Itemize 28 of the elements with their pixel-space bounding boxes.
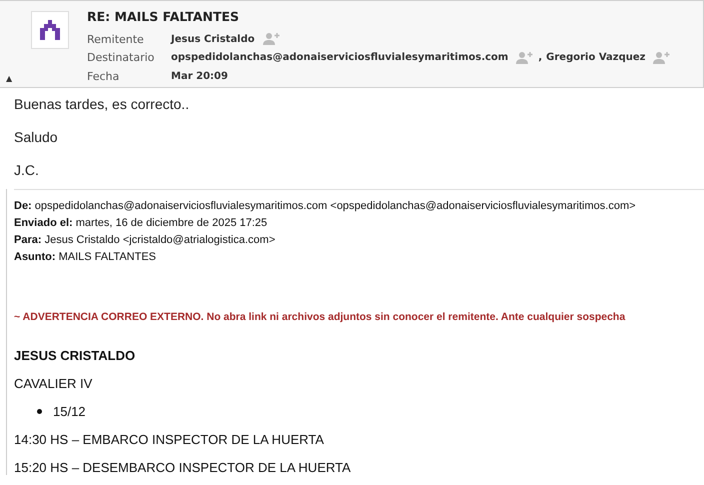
separator: , [538,52,542,64]
collapse-toggle[interactable]: ▲ [6,74,12,83]
bullet-icon [37,409,42,414]
field-label: Fecha [87,70,120,83]
quoted-header-line: Para: Jesus Cristaldo <jcristaldo@atrialogistica.com> [14,233,276,248]
body-paragraph: Buenas tardes, es correcto.. [14,96,190,112]
contact-name[interactable]: Gregorio Vazquez [546,52,646,64]
subject: RE: MAILS FALTANTES [87,9,240,26]
add-person-icon[interactable] [653,50,672,65]
add-person-icon[interactable] [262,32,281,46]
field-label: Remitente [87,32,145,46]
signature-name: JESUS CRISTALDO [14,348,136,363]
quoted-header-line: De: opspedidolanchas@adonaiserviciosfluvialesymaritimos.com <opspedidolanchas@adonaiserviciosfluvialesymaritimos.com> [14,199,637,214]
field-label: Destinatario [87,51,156,64]
list-item: 15/12 [53,404,86,419]
contact-name[interactable]: opspedidolanchas@adonaiserviciosfluvialesymaritimos.com [171,52,508,64]
field-value: Mar 20:09 [171,70,228,82]
body-paragraph: Saludo [14,129,59,145]
body-paragraph: 14:30 HS – EMBARCO INSPECTOR DE LA HUERTA [14,432,324,447]
quoted-header-line: Asunto: MAILS FALTANTES [14,250,158,265]
warning-text: ~ ADVERTENCIA CORREO EXTERNO. No abra link ni archivos adjuntos sin conocer el remitente. Ante cualquier sospecha [14,311,626,323]
contact-name[interactable]: Jesus Cristaldo [171,34,255,45]
body-paragraph: CAVALIER IV [14,376,92,391]
body-paragraph: 15:20 HS – DESEMBARCO INSPECTOR DE LA HUERTA [14,460,351,475]
add-person-icon[interactable] [516,50,534,65]
body-paragraph: J.C. [14,162,40,178]
quoted-header-line: Enviado el: martes, 16 de diciembre de 2025 17:25 [14,216,268,231]
arch-logo-icon [31,11,69,49]
